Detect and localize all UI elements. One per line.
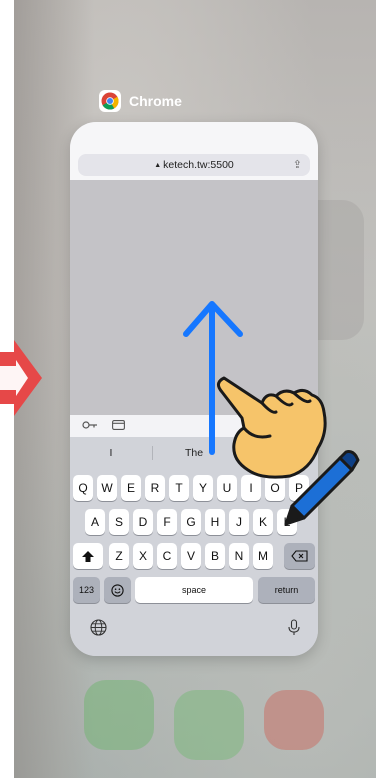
red-arrow-icon: [0, 340, 42, 416]
swipe-up-arrow-icon: [183, 301, 243, 455]
gesture-overlay: [0, 301, 360, 526]
pointing-hand-icon: [217, 376, 327, 479]
